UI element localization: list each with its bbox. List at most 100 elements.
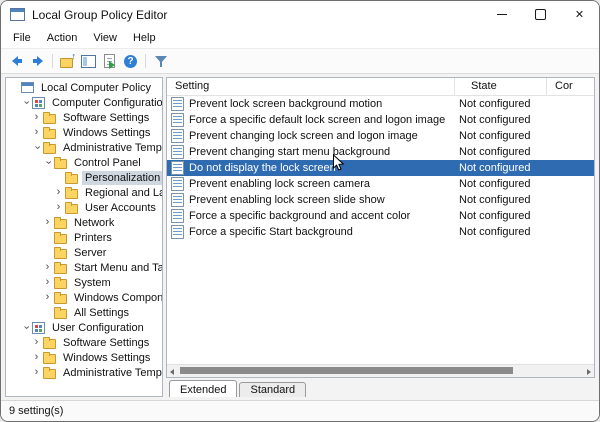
chevron-right-icon[interactable] (31, 352, 42, 363)
setting-row-force-a-specific-background-and-accent-color[interactable]: Force a specific background and accent c… (167, 208, 594, 224)
setting-row-force-a-specific-start-background[interactable]: Force a specific Start backgroundNot con… (167, 224, 594, 240)
folder-icon (53, 306, 68, 319)
tree-item-label: All Settings (71, 306, 132, 320)
folder-icon (53, 276, 68, 289)
show-console-tree-icon[interactable] (79, 52, 98, 71)
folder-icon (64, 171, 79, 184)
chevron-right-icon[interactable] (42, 262, 53, 273)
folder-icon (53, 261, 68, 274)
chevron-right-icon[interactable] (31, 337, 42, 348)
tree-item-administrative-templates[interactable]: Administrative Templates (6, 140, 162, 155)
close-button[interactable] (560, 1, 599, 28)
tree-item-label: User Configuration (49, 321, 147, 335)
setting-row-prevent-enabling-lock-screen-slide-show[interactable]: Prevent enabling lock screen slide showN… (167, 192, 594, 208)
back-icon[interactable] (7, 52, 26, 71)
menu-view[interactable]: View (85, 30, 125, 46)
tree-item-all-settings[interactable]: All Settings (6, 305, 162, 320)
tree-item-label: Control Panel (71, 156, 144, 170)
menu-action[interactable]: Action (39, 30, 86, 46)
policy-setting-icon (171, 209, 184, 223)
tree-item-local-computer-policy[interactable]: Local Computer Policy (6, 80, 162, 95)
tree-item-label: Printers (71, 231, 115, 245)
help-icon[interactable] (121, 52, 140, 71)
up-one-level-icon[interactable] (58, 52, 77, 71)
main-area: Local Computer PolicyComputer Configurat… (1, 74, 599, 400)
policy-setting-icon (171, 225, 184, 239)
setting-row-do-not-display-the-lock-screen[interactable]: Do not display the lock screenNot config… (167, 160, 594, 176)
tree-item-system[interactable]: System (6, 275, 162, 290)
setting-row-prevent-changing-lock-screen-and-logon-image[interactable]: Prevent changing lock screen and logon i… (167, 128, 594, 144)
setting-name-cell: Do not display the lock screen (167, 161, 455, 175)
column-header-state[interactable]: State (455, 78, 547, 95)
horizontal-scrollbar-thumb[interactable] (180, 367, 513, 374)
menu-help[interactable]: Help (125, 30, 164, 46)
setting-name: Prevent enabling lock screen slide show (189, 194, 385, 206)
tree-item-printers[interactable]: Printers (6, 230, 162, 245)
window-title: Local Group Policy Editor (32, 8, 167, 22)
setting-row-prevent-enabling-lock-screen-camera[interactable]: Prevent enabling lock screen cameraNot c… (167, 176, 594, 192)
setting-name-cell: Force a specific Start background (167, 225, 455, 239)
chevron-down-icon[interactable] (20, 97, 31, 108)
tree-item-label: Administrative Templates (60, 366, 162, 380)
tree-item-label: Network (71, 216, 117, 230)
tree-item-label: Windows Settings (60, 351, 153, 365)
tree-item-software-settings[interactable]: Software Settings (6, 335, 162, 350)
maximize-button[interactable] (521, 1, 560, 28)
local-group-policy-editor-window: Local Group Policy Editor File Action Vi… (0, 0, 600, 422)
menu-file[interactable]: File (5, 30, 39, 46)
tree-item-personalization[interactable]: Personalization (6, 170, 162, 185)
setting-row-force-a-specific-default-lock-screen-and-logon-image[interactable]: Force a specific default lock screen and… (167, 112, 594, 128)
chevron-right-icon[interactable] (42, 292, 53, 303)
tree-item-label: Windows Components (71, 291, 162, 305)
chevron-down-icon[interactable] (42, 157, 53, 168)
tree-item-windows-components[interactable]: Windows Components (6, 290, 162, 305)
column-header-comment[interactable]: Cor (547, 78, 594, 95)
chevron-right-icon[interactable] (53, 202, 64, 213)
setting-state: Not configured (455, 210, 547, 222)
export-list-icon[interactable] (100, 52, 119, 71)
filter-icon[interactable] (151, 52, 170, 71)
tree-item-windows-settings[interactable]: Windows Settings (6, 125, 162, 140)
setting-name: Prevent lock screen background motion (189, 98, 382, 110)
setting-row-prevent-changing-start-menu-background[interactable]: Prevent changing start menu backgroundNo… (167, 144, 594, 160)
list-header: Setting State Cor (167, 78, 594, 96)
chevron-right-icon[interactable] (31, 112, 42, 123)
toolbar-separator (52, 54, 53, 68)
setting-state: Not configured (455, 178, 547, 190)
toolbar-separator (145, 54, 146, 68)
chevron-down-icon[interactable] (31, 142, 42, 153)
tree-item-software-settings[interactable]: Software Settings (6, 110, 162, 125)
settings-list: Prevent lock screen background motion Not… (167, 96, 594, 364)
tree-item-administrative-templates[interactable]: Administrative Templates (6, 365, 162, 380)
horizontal-scrollbar[interactable] (167, 364, 594, 377)
titlebar[interactable]: Local Group Policy Editor (1, 1, 599, 28)
chevron-right-icon[interactable] (31, 127, 42, 138)
folder-icon (53, 246, 68, 259)
tree-item-regional-and-lang[interactable]: Regional and Lang (6, 185, 162, 200)
tab-standard[interactable]: Standard (239, 382, 306, 397)
setting-row-prevent-lock-screen-background-motion[interactable]: Prevent lock screen background motionNot… (167, 96, 594, 112)
setting-state: Not configured (455, 114, 547, 126)
tree-item-server[interactable]: Server (6, 245, 162, 260)
tab-extended[interactable]: Extended (169, 380, 237, 397)
tree-item-computer-configuration[interactable]: Computer Configuration (6, 95, 162, 110)
menubar: File Action View Help (1, 28, 599, 49)
tree-item-network[interactable]: Network (6, 215, 162, 230)
setting-name-cell: Prevent enabling lock screen slide show (167, 193, 455, 207)
chevron-right-icon[interactable] (53, 187, 64, 198)
chevron-right-icon[interactable] (42, 277, 53, 288)
tree-item-label: Administrative Templates (60, 141, 162, 155)
setting-state: Not configured (455, 146, 547, 158)
tree-item-control-panel[interactable]: Control Panel (6, 155, 162, 170)
tree-item-start-menu-and-taskba[interactable]: Start Menu and Taskba (6, 260, 162, 275)
minimize-button[interactable] (482, 1, 521, 28)
tree-item-user-configuration[interactable]: User Configuration (6, 320, 162, 335)
forward-icon[interactable] (28, 52, 47, 71)
chevron-right-icon[interactable] (42, 217, 53, 228)
chevron-down-icon[interactable] (20, 322, 31, 333)
tree-item-windows-settings[interactable]: Windows Settings (6, 350, 162, 365)
folder-icon (42, 141, 57, 154)
tree-item-user-accounts[interactable]: User Accounts (6, 200, 162, 215)
column-header-setting[interactable]: Setting (167, 78, 455, 95)
chevron-right-icon[interactable] (31, 367, 42, 378)
